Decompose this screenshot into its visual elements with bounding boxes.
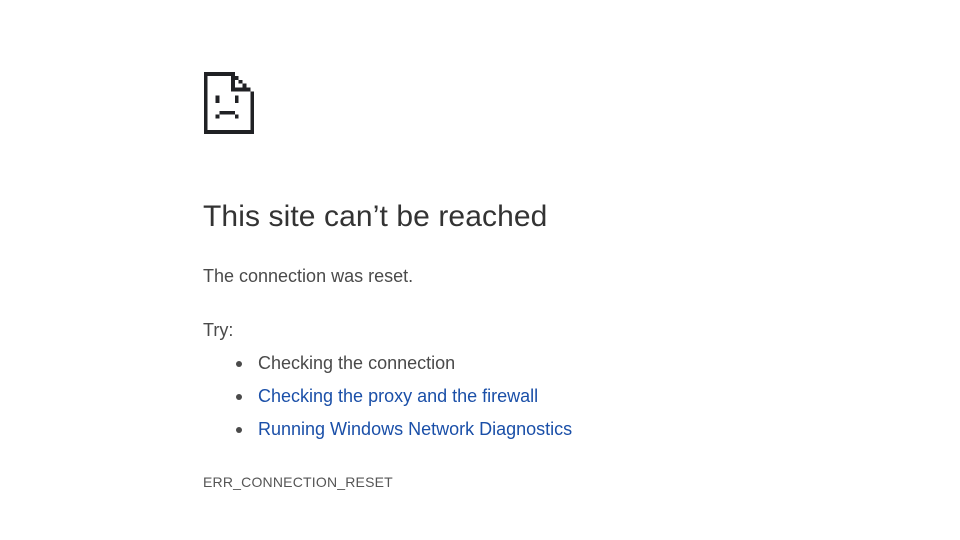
suggestion-list: Checking the connection Checking the pro… [203,351,572,450]
page-title: This site can’t be reached [203,200,548,233]
error-message: The connection was reset. [203,266,414,286]
try-label: Try: [203,320,234,340]
suggestion-item: Checking the connection [203,351,572,384]
bullet-icon [236,427,242,433]
suggestion-item: Checking the proxy and the firewall [203,384,572,417]
bullet-icon [236,394,242,400]
sad-page-icon [203,72,255,134]
proxy-firewall-link[interactable]: Checking the proxy and the firewall [258,386,538,406]
network-diagnostics-link[interactable]: Running Windows Network Diagnostics [258,419,572,439]
error-code: ERR_CONNECTION_RESET [203,474,393,490]
suggestion-check-connection: Checking the connection [258,353,456,373]
suggestion-item: Running Windows Network Diagnostics [203,417,572,450]
error-page: This site can’t be reached The connectio… [203,72,923,490]
bullet-icon [236,361,242,367]
